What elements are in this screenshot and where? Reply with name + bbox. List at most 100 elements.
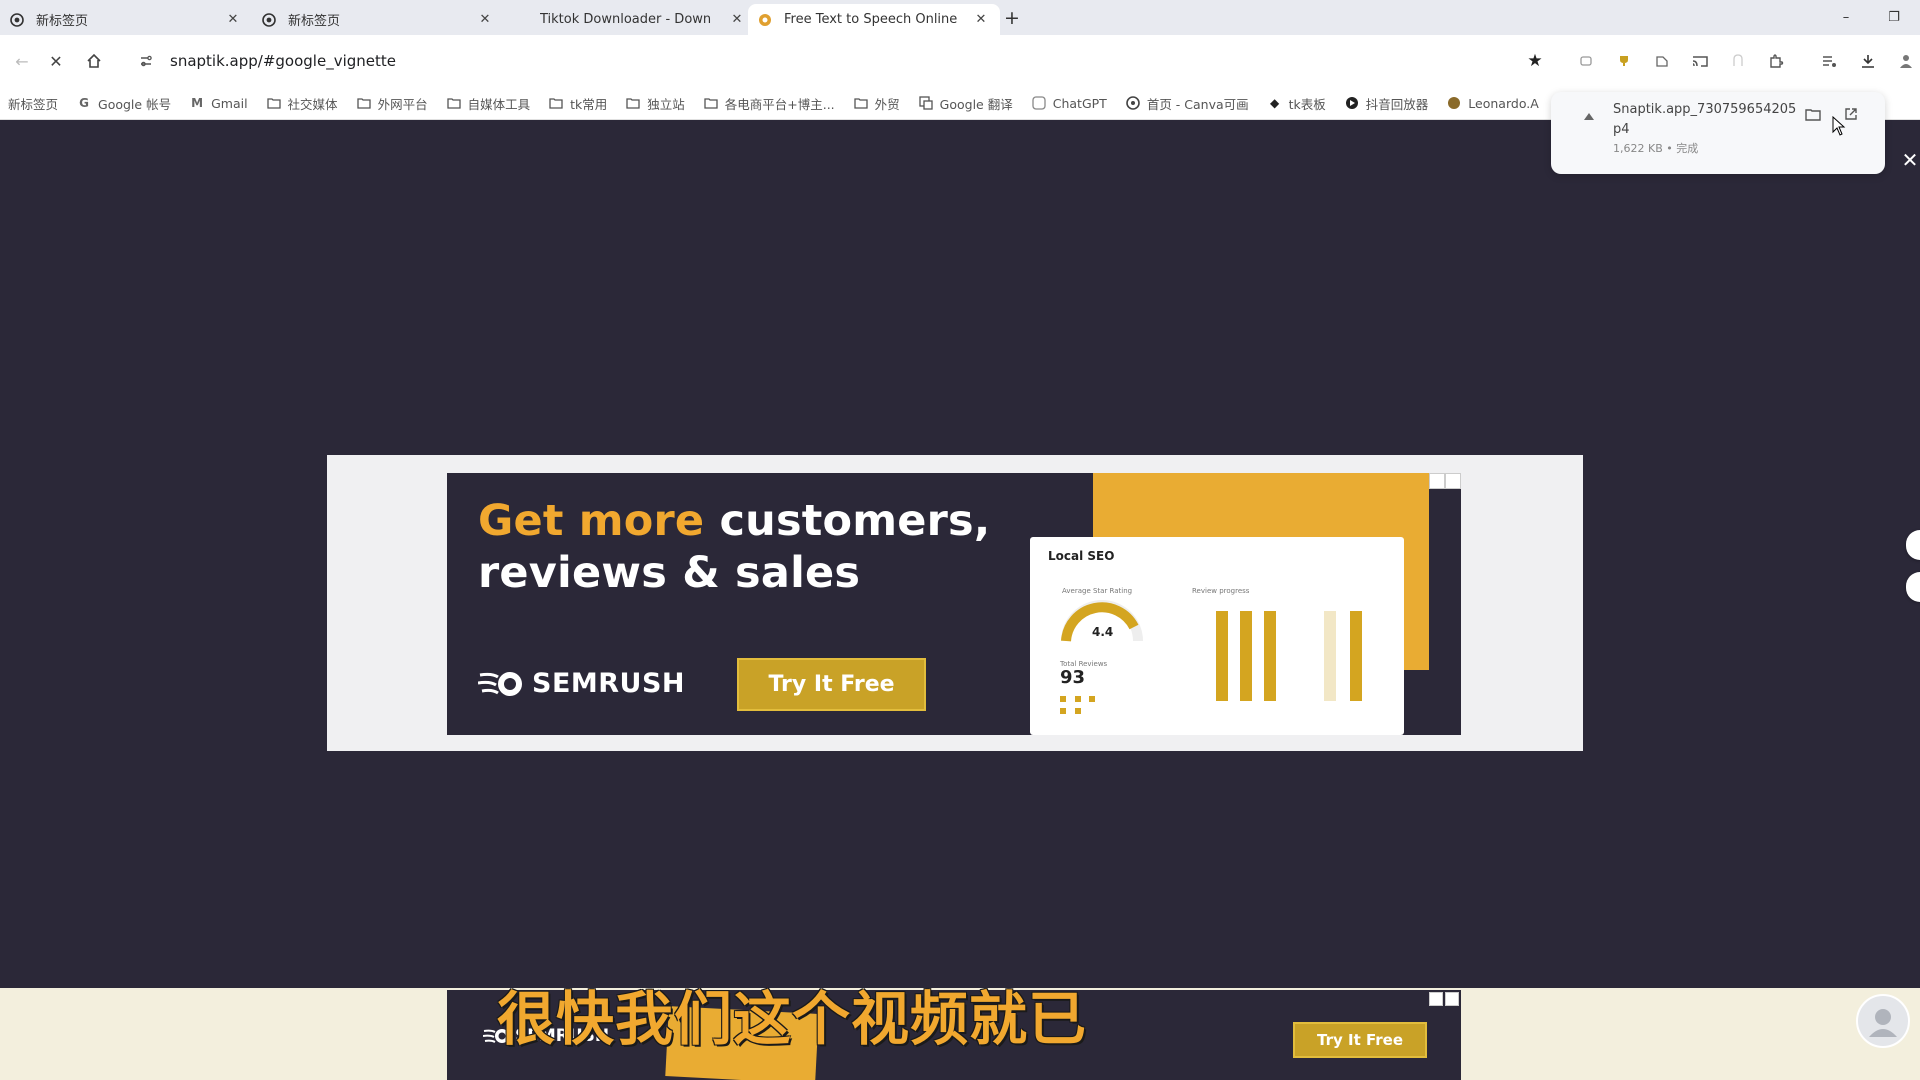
semrush-flame-icon [478,671,522,696]
bookmark-item[interactable]: Leonardo.A [1446,95,1539,111]
avg-rating-value: 4.4 [1092,625,1114,639]
minimize-button[interactable]: – [1828,5,1864,29]
bookmark-item[interactable]: 各电商平台+博主... [703,94,835,113]
extensions-icon[interactable] [1764,49,1788,73]
bookmark-item[interactable]: M Gmail [189,95,247,111]
vignette-close-icon[interactable]: ✕ [1900,148,1920,172]
bookmark-item[interactable]: 独立站 [625,94,685,113]
side-panel-button[interactable] [1906,572,1920,602]
translate-icon [918,95,934,111]
tiktok-icon: ◆ [1270,96,1280,110]
restore-button[interactable]: ❐ [1876,5,1912,29]
avg-rating-label: Average Star Rating [1062,587,1133,595]
close-tab-icon[interactable]: ✕ [972,11,990,29]
bookmark-item[interactable]: tk常用 [548,94,607,113]
puzzle-icon[interactable] [1650,49,1674,73]
new-tab-button[interactable]: + [1000,6,1024,30]
ghost-icon[interactable] [1726,49,1750,73]
download-filename[interactable]: Snaptik.app_730759654205 p4 [1613,100,1803,140]
bookmark-item[interactable]: Google 翻译 [918,94,1013,113]
url-text: snaptik.app/#google_vignette [170,52,396,70]
bookmark-star-icon[interactable]: ★ [1523,49,1547,73]
bottom-try-it-free-button[interactable]: Try It Free [1293,1022,1427,1058]
trophy-icon[interactable] [1612,49,1636,73]
tab-title: Free Text to Speech Online [784,12,958,27]
tab-1[interactable]: 新标签页 ✕ [0,4,252,35]
show-in-folder-icon[interactable] [1801,102,1825,126]
cast-icon[interactable] [1688,49,1712,73]
bookmark-item[interactable]: 自媒体工具 [446,94,530,113]
progress-bar [1324,611,1336,701]
ad-headline-line2: reviews & sales [478,548,861,598]
download-icon[interactable] [1856,49,1880,73]
ad-close-icon[interactable] [1445,992,1459,1006]
folder-icon [266,95,282,111]
bookmark-item[interactable]: G Google 帐号 [76,94,171,113]
address-bar[interactable]: snaptik.app/#google_vignette [124,43,1554,79]
bookmark-label: tk表板 [1288,96,1326,112]
ad-headline-rest: customers, [704,496,991,546]
bookmark-label: Leonardo.A [1468,95,1539,111]
folder-icon [446,95,462,111]
bookmark-label: 首页 - Canva可画 [1146,96,1249,112]
progress-bar [1216,611,1228,701]
back-button[interactable]: ← [10,49,34,73]
bookmark-item[interactable]: 社交媒体 [266,94,338,113]
page-icon [514,13,528,27]
tab-strip: 新标签页 ✕ 新标签页 ✕ Tiktok Downloader - Down ✕… [0,0,1920,35]
total-reviews-value: 93 [1060,667,1086,688]
bookmark-label: Google 翻译 [939,96,1013,112]
media-controls-icon[interactable] [1818,49,1842,73]
folder-icon [548,95,564,111]
close-tab-icon[interactable]: ✕ [728,11,746,29]
bookmark-item[interactable]: ◆ tk表板 [1267,94,1326,113]
home-button[interactable] [82,49,106,73]
bookmark-item[interactable]: 外网平台 [356,94,428,113]
try-it-free-button[interactable]: Try It Free [737,658,926,711]
close-tab-icon[interactable]: ✕ [224,11,242,29]
chrome-icon [10,12,24,27]
progress-bar [1240,611,1252,701]
semrush-brand: SEMRUSH [532,668,686,699]
bookmark-item[interactable]: ChatGPT [1031,95,1107,111]
ad-headline: Get more customers, reviews & sales [478,495,990,599]
tab-title: 新标签页 [288,14,341,29]
ad-info-icon[interactable] [1429,992,1443,1006]
bookmark-item[interactable]: 抖音回放器 [1344,94,1429,113]
leonardo-icon [1446,95,1462,111]
profile-icon[interactable] [1894,49,1918,73]
google-icon: G [79,96,89,110]
bookmark-item[interactable]: 外贸 [853,94,900,113]
doc-icon [0,95,2,111]
semrush-ad[interactable]: Get more customers, reviews & sales SEMR… [447,473,1461,735]
folder-icon [703,95,719,111]
site-info-icon[interactable] [132,47,160,75]
assistant-avatar-icon[interactable] [1856,994,1910,1048]
bookmark-label: 抖音回放器 [1365,96,1429,112]
bookmark-item[interactable]: 新标签页 [0,94,58,113]
reviews-legend [1060,695,1098,719]
download-filename-line2: p4 [1613,122,1630,137]
bookmark-label: 新标签页 [8,96,59,112]
tts-icon [758,13,772,27]
bookmark-label: Gmail [211,95,248,111]
side-panel-button[interactable] [1906,530,1920,560]
close-tab-icon[interactable]: ✕ [476,11,494,29]
semrush-logo: SEMRUSH [478,668,685,699]
tab-2[interactable]: 新标签页 ✕ [252,4,504,35]
browser-toolbar: ← ✕ snaptik.app/#google_vignette ★ [0,35,1920,87]
progress-bar [1350,611,1362,701]
ad-close-icon[interactable] [1445,473,1461,489]
bookmark-item[interactable]: 首页 - Canva可画 [1125,94,1249,113]
ad-info-icon[interactable] [1429,473,1445,489]
bookmark-label: Google 帐号 [98,96,172,112]
canva-icon [1125,95,1141,111]
tab-3[interactable]: Tiktok Downloader - Down ✕ [504,4,756,35]
bookmark-label: 外贸 [874,96,900,112]
stop-loading-button[interactable]: ✕ [44,49,68,73]
tab-4[interactable]: Free Text to Speech Online ✕ [748,4,1000,35]
tab-title: Tiktok Downloader - Down [540,12,712,27]
file-icon [1581,108,1597,124]
folder-icon [853,95,869,111]
extension-icon[interactable] [1574,49,1598,73]
